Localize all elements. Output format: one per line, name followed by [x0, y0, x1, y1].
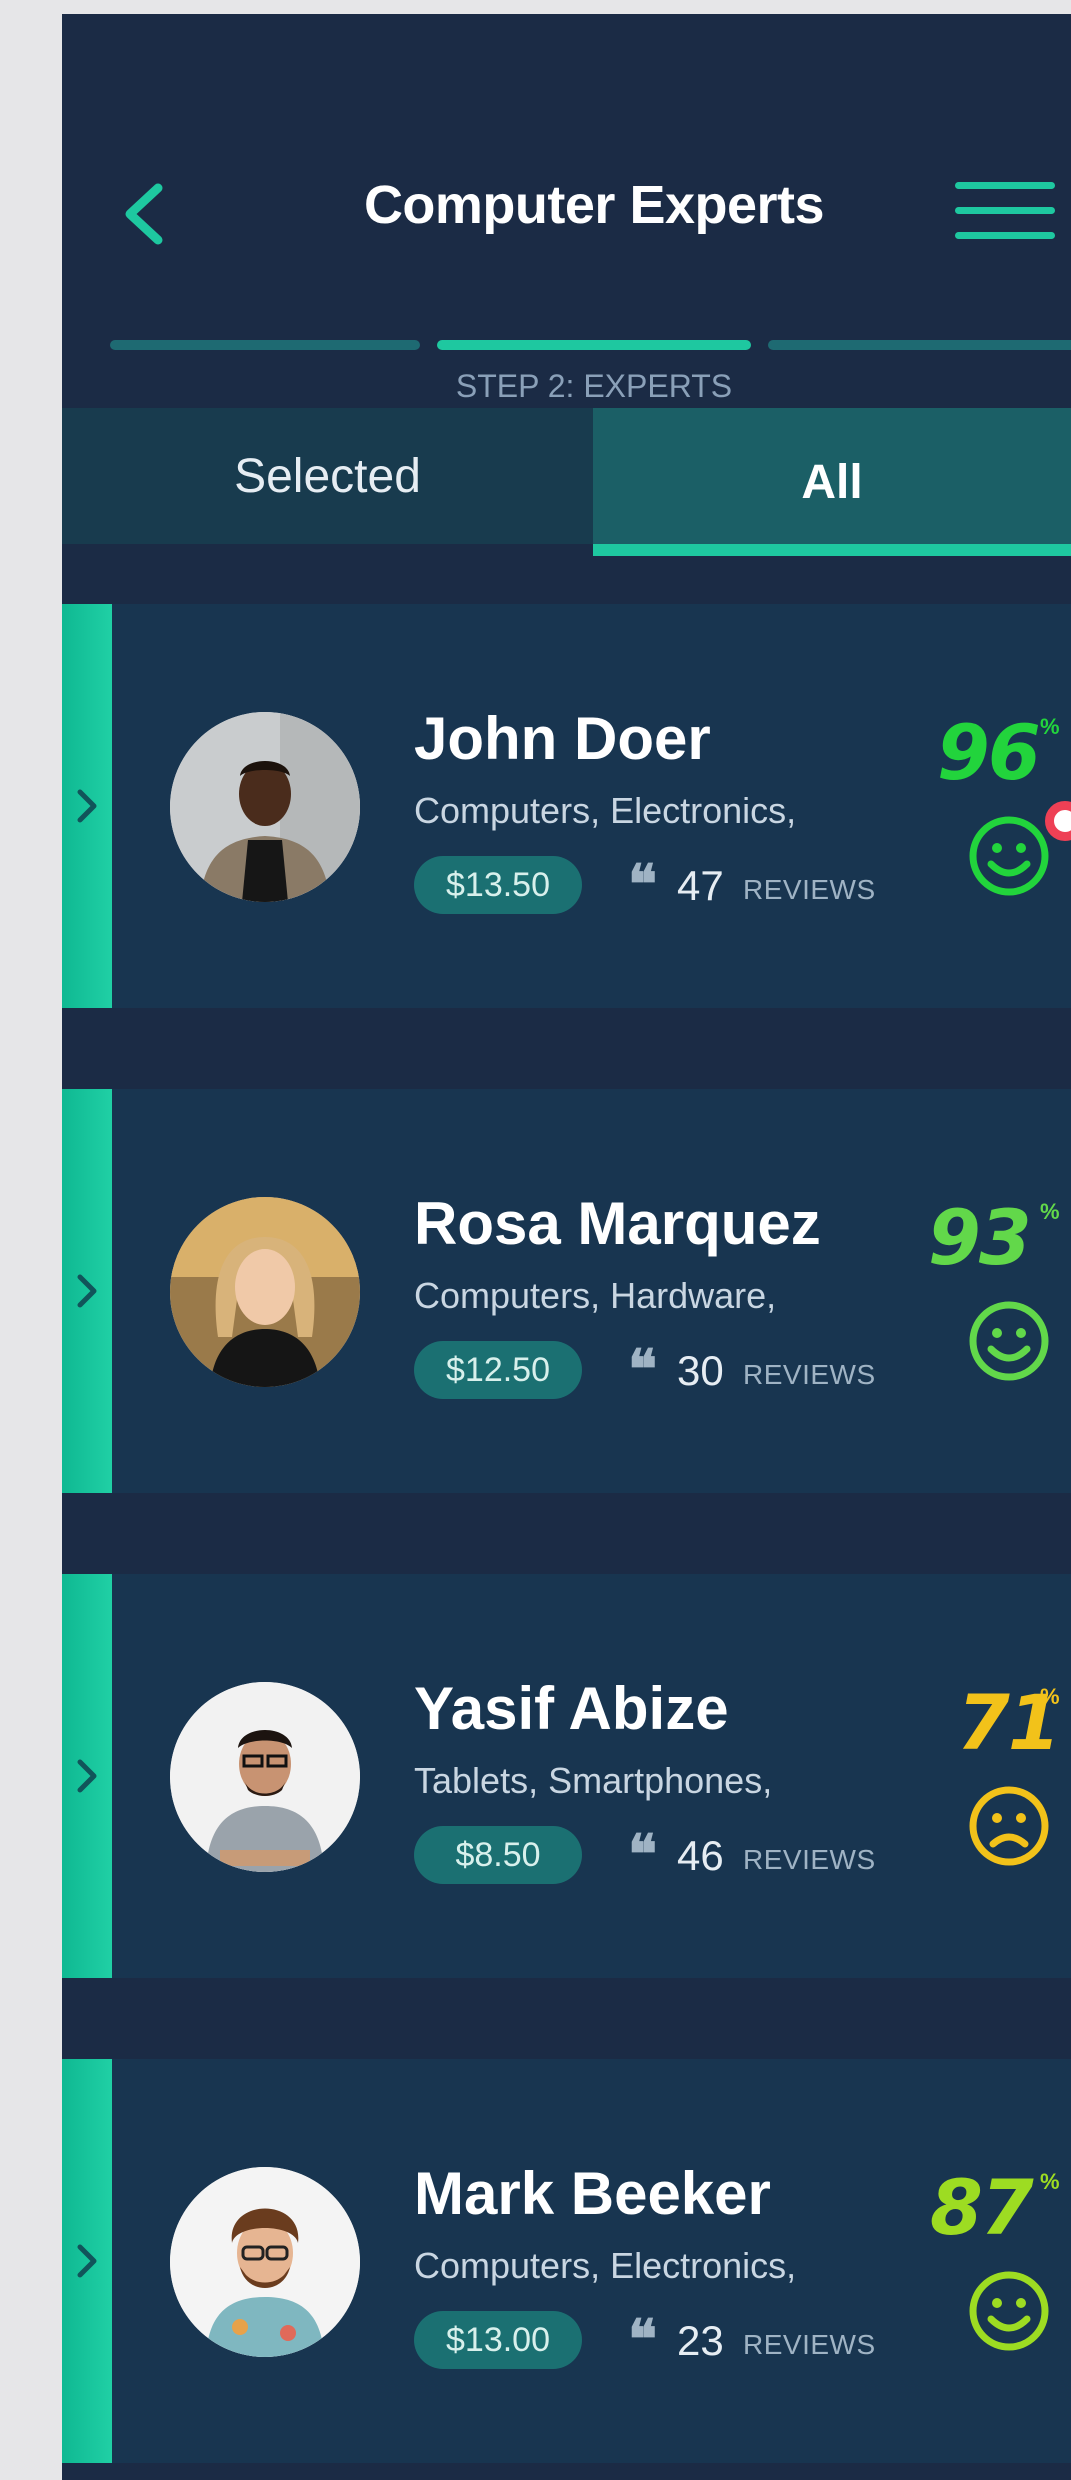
- active-tab-indicator: [593, 544, 1071, 556]
- price-badge: $13.00: [414, 2311, 582, 2369]
- expert-categories: Computers, Hardware,: [414, 1275, 777, 1316]
- progress-step-2: [437, 340, 751, 350]
- chevron-right-icon[interactable]: [72, 2239, 102, 2283]
- score-unit: %: [1040, 2169, 1060, 2194]
- quote-icon: ❝: [628, 852, 657, 916]
- app-screen: Computer Experts STEP 2: EXPERTS Selecte…: [62, 14, 1071, 2480]
- review-count: 30: [677, 1347, 724, 1394]
- score-unit: %: [1040, 1199, 1060, 1224]
- step-label: STEP 2: EXPERTS: [455, 368, 733, 404]
- reviews-label: REVIEWS: [743, 1844, 876, 1875]
- card-accent-bar: [62, 604, 112, 1008]
- avatar: [170, 1682, 360, 1872]
- expert-name: Mark Beeker: [414, 2160, 771, 2227]
- reviews-label: REVIEWS: [743, 874, 876, 905]
- tab-all[interactable]: All: [593, 408, 1071, 556]
- header: Computer Experts STEP 2: EXPERTS: [62, 14, 1071, 414]
- hamburger-menu-icon: [955, 182, 1055, 239]
- review-count: 47: [677, 862, 724, 909]
- tab-label: Selected: [234, 449, 421, 503]
- avatar: [170, 712, 360, 902]
- satisfaction-score: 96: [937, 708, 1041, 797]
- expert-name: John Doer: [414, 705, 711, 772]
- sad-face-icon: [969, 1786, 1049, 1866]
- reviews-label: REVIEWS: [743, 2329, 876, 2360]
- review-count: 23: [677, 2317, 724, 2364]
- price-badge: $13.50: [414, 856, 582, 914]
- satisfaction-score: 87: [930, 2163, 1034, 2252]
- page-title: Computer Experts: [363, 175, 825, 235]
- expert-name: Yasif Abize: [414, 1675, 729, 1742]
- progress-step-3: [768, 340, 1071, 350]
- card-accent-bar: [62, 1089, 112, 1493]
- smiley-face-icon: [969, 2271, 1049, 2351]
- smiley-face-icon: [969, 1301, 1049, 1381]
- tab-bar: Selected All: [62, 408, 1071, 556]
- tab-label: All: [801, 455, 863, 509]
- avatar: [170, 2167, 360, 2357]
- expert-card[interactable]: Yasif Abize Tablets, Smartphones, $8.50 …: [62, 1574, 1071, 1978]
- progress-step-1: [110, 340, 420, 350]
- quote-icon: ❝: [628, 1822, 657, 1886]
- review-count: 46: [677, 1832, 724, 1879]
- expert-categories: Tablets, Smartphones,: [414, 1760, 773, 1801]
- price-badge: $8.50: [414, 1826, 582, 1884]
- expert-name: Rosa Marquez: [414, 1190, 821, 1257]
- chevron-right-icon[interactable]: [72, 784, 102, 828]
- score-unit: %: [1040, 1684, 1060, 1709]
- expert-card[interactable]: Rosa Marquez Computers, Hardware, $12.50…: [62, 1089, 1071, 1493]
- expert-card[interactable]: Mark Beeker Computers, Electronics, $13.…: [62, 2059, 1071, 2463]
- quote-icon: ❝: [628, 1337, 657, 1401]
- expert-categories: Computers, Electronics,: [414, 790, 797, 831]
- tab-selected[interactable]: Selected: [62, 408, 593, 544]
- price-badge: $12.50: [414, 1341, 582, 1399]
- card-accent-bar: [62, 1574, 112, 1978]
- avatar: [170, 1197, 360, 1387]
- chevron-right-icon[interactable]: [72, 1269, 102, 1313]
- expert-card[interactable]: John Doer Computers, Electronics, $13.50…: [62, 604, 1071, 1008]
- card-accent-bar: [62, 2059, 112, 2463]
- satisfaction-score: 93: [928, 1193, 1032, 1282]
- smiley-face-icon: [969, 816, 1049, 896]
- menu-button[interactable]: [955, 182, 1055, 246]
- expert-categories: Computers, Electronics,: [414, 2245, 797, 2286]
- chevron-right-icon[interactable]: [72, 1754, 102, 1798]
- reviews-label: REVIEWS: [743, 1359, 876, 1390]
- quote-icon: ❝: [628, 2307, 657, 2371]
- score-unit: %: [1040, 714, 1060, 739]
